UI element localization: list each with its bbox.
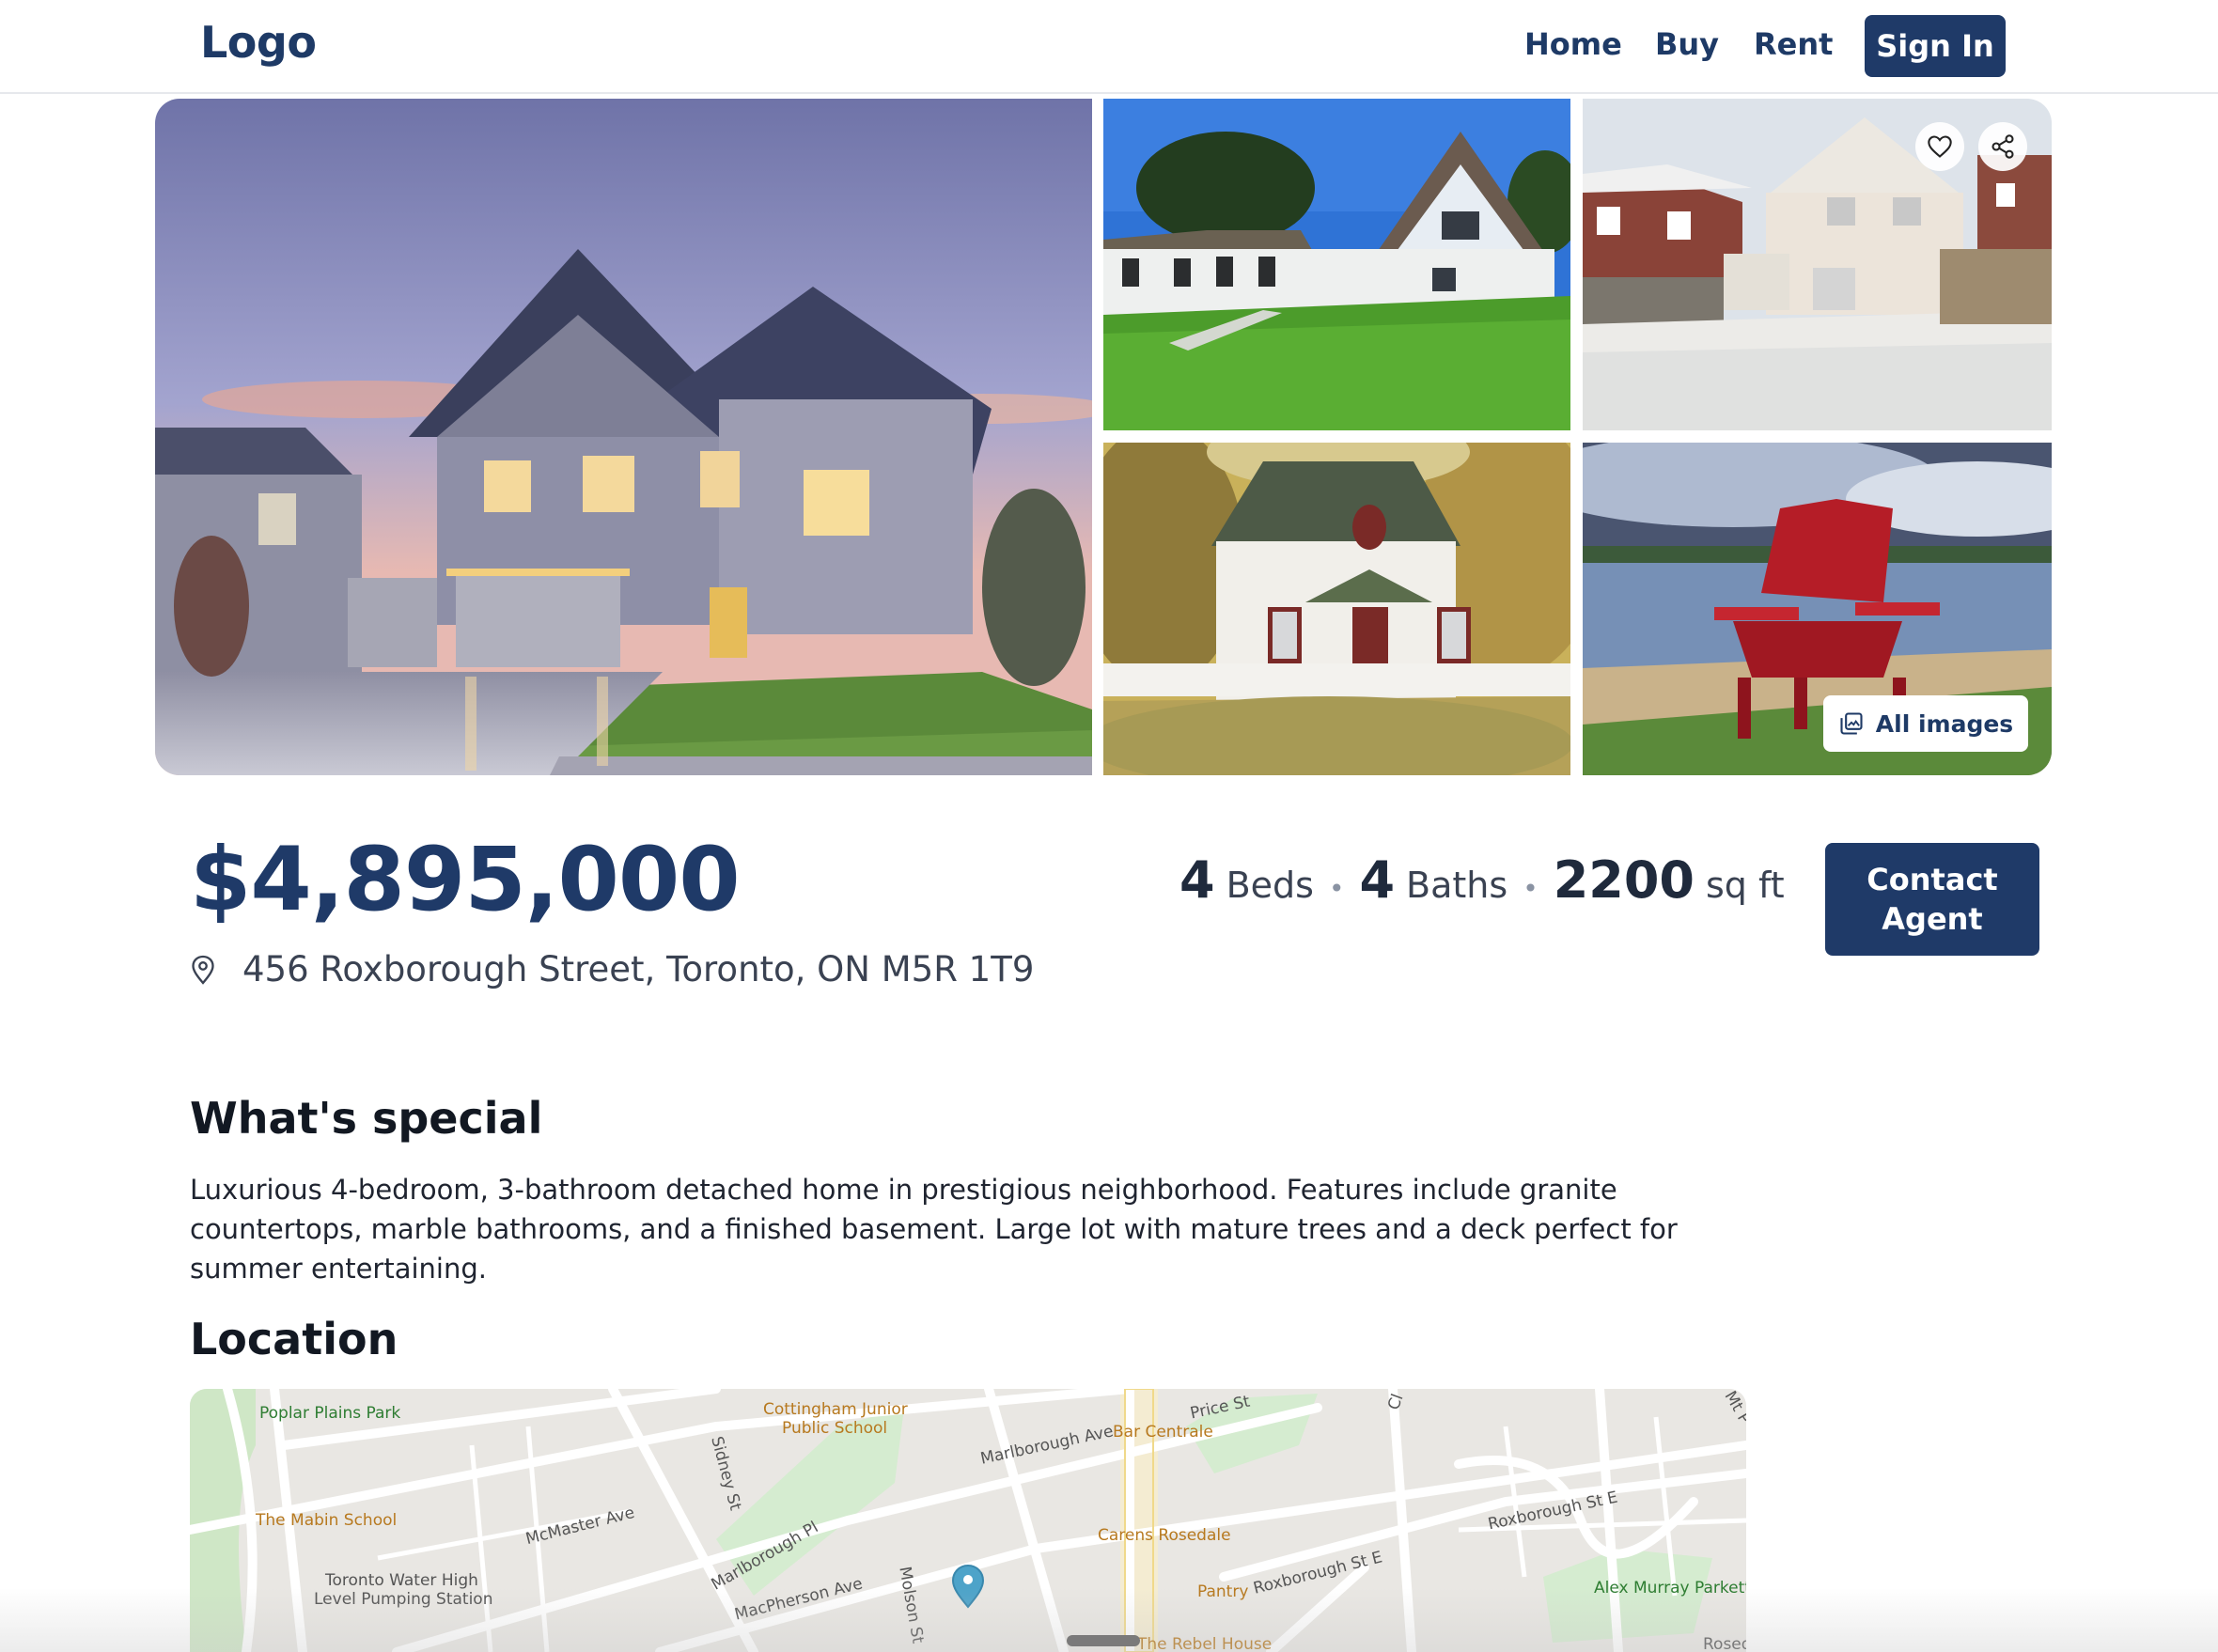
top-nav-bar: Logo Home Buy Rent Sign In bbox=[0, 0, 2218, 94]
map-label: Pantry bbox=[1197, 1582, 1249, 1601]
map-label: The Mabin School bbox=[256, 1511, 398, 1530]
map-label: Carens Rosedale bbox=[1098, 1526, 1231, 1545]
nav-home-link[interactable]: Home bbox=[1524, 26, 1622, 62]
gallery-photo-2[interactable] bbox=[1103, 99, 1570, 430]
map-label: Alex Murray Parkette bbox=[1594, 1579, 1746, 1597]
whats-special-description: Luxurious 4-bedroom, 3-bathroom detached… bbox=[190, 1174, 1678, 1285]
map-label: Rosed bbox=[1703, 1635, 1746, 1652]
map-label: Cottingham Junior bbox=[763, 1400, 908, 1419]
main-photo[interactable] bbox=[155, 99, 1092, 775]
location-heading: Location bbox=[190, 1314, 398, 1364]
beds-label: Beds bbox=[1226, 865, 1314, 906]
contact-label-line1: Contact bbox=[1867, 862, 1998, 897]
map-label: Level Pumping Station bbox=[314, 1590, 493, 1609]
nav-rent-link[interactable]: Rent bbox=[1754, 26, 1833, 62]
map-label: Toronto Water High bbox=[325, 1571, 478, 1590]
contact-agent-button[interactable]: Contact Agent bbox=[1825, 843, 2039, 956]
map-label: Poplar Plains Park bbox=[259, 1404, 401, 1423]
listing-price: $4,895,000 bbox=[190, 829, 741, 931]
photo-gallery bbox=[155, 99, 2052, 775]
share-icon bbox=[1992, 134, 2014, 159]
nav-buy-link[interactable]: Buy bbox=[1655, 26, 1719, 62]
logo[interactable]: Logo bbox=[200, 17, 317, 68]
images-icon bbox=[1840, 712, 1863, 735]
all-images-label: All images bbox=[1875, 709, 2014, 738]
sqft-label: sq ft bbox=[1706, 865, 1785, 906]
map-label: Public School bbox=[782, 1419, 888, 1438]
scroll-handle[interactable] bbox=[1067, 1635, 1140, 1646]
map-label: The Rebel House bbox=[1137, 1635, 1273, 1652]
stat-separator: • bbox=[1328, 873, 1345, 904]
map-label: Bar Centrale bbox=[1113, 1423, 1213, 1442]
sqft-count: 2200 bbox=[1553, 850, 1695, 910]
sign-in-button[interactable]: Sign In bbox=[1865, 15, 2006, 77]
address-text: 456 Roxborough Street, Toronto, ON M5R 1… bbox=[242, 949, 1035, 990]
all-images-button[interactable]: All images bbox=[1823, 695, 2028, 752]
whats-special-heading: What's special bbox=[190, 1093, 543, 1144]
heart-icon bbox=[1928, 135, 1952, 158]
beds-count: 4 bbox=[1179, 850, 1215, 910]
stat-separator: • bbox=[1523, 873, 1539, 904]
location-pin-icon bbox=[192, 955, 214, 985]
baths-count: 4 bbox=[1359, 850, 1396, 910]
listing-address: 456 Roxborough Street, Toronto, ON M5R 1… bbox=[190, 949, 1034, 990]
contact-label-line2: Agent bbox=[1882, 901, 1983, 937]
share-button[interactable] bbox=[1978, 122, 2027, 171]
listing-stats: 4 Beds • 4 Baths • 2200 sq ft bbox=[1179, 850, 1785, 910]
baths-label: Baths bbox=[1406, 865, 1508, 906]
favorite-button[interactable] bbox=[1915, 122, 1964, 171]
location-map[interactable]: Poplar Plains Park Cottingham Junior Pub… bbox=[190, 1389, 1746, 1652]
gallery-photo-4[interactable] bbox=[1103, 443, 1570, 775]
